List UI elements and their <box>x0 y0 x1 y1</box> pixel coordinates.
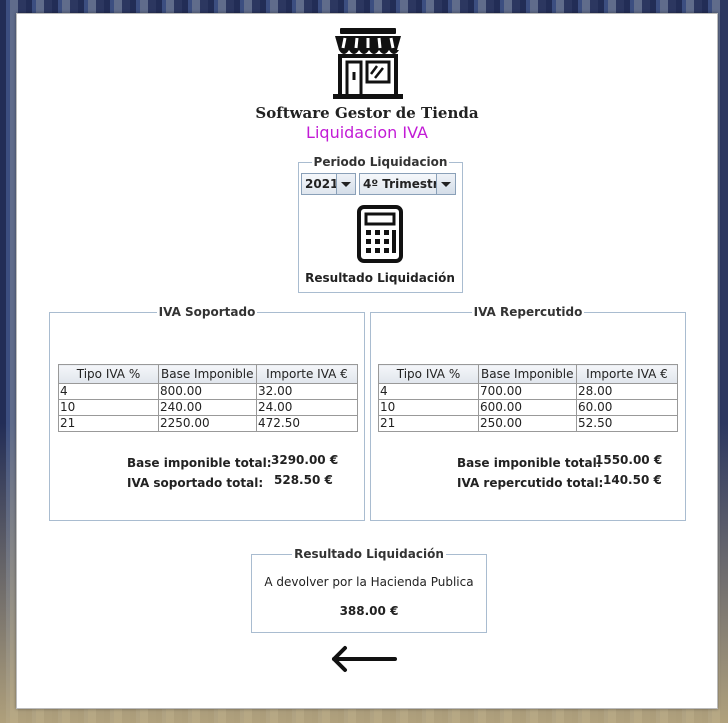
column-header[interactable]: Tipo IVA % <box>378 364 479 384</box>
table-cell: 240.00 <box>158 399 257 416</box>
resultado-button-label: Resultado Liquidación <box>305 271 455 285</box>
resultado-legend: Resultado Liquidación <box>294 547 444 561</box>
quarter-select[interactable]: 4º Trimestre <box>359 173 456 195</box>
table-cell: 24.00 <box>256 399 358 416</box>
table-cell: 32.00 <box>256 383 358 400</box>
table-cell: 21 <box>58 415 159 432</box>
table-row[interactable]: 21 250.00 52.50 <box>378 415 678 432</box>
iva-repercutido-label: IVA repercutido total: <box>457 476 604 490</box>
main-panel: Software Gestor de Tienda Liquidacion IV… <box>16 13 718 709</box>
calculator-icon <box>357 205 403 263</box>
table-row[interactable]: 4 700.00 28.00 <box>378 383 678 400</box>
page-subtitle: Liquidacion IVA <box>306 123 428 142</box>
back-arrow-icon[interactable] <box>329 644 399 674</box>
table-cell: 4 <box>378 383 479 400</box>
year-select[interactable]: 2021 <box>301 173 356 195</box>
table-cell: 250.00 <box>478 415 577 432</box>
column-header[interactable]: Importe IVA € <box>576 364 678 384</box>
column-header[interactable]: Base Imponible € <box>158 364 257 384</box>
table-cell: 4 <box>58 383 159 400</box>
iva-soportado-value: 528.50 € <box>274 473 333 487</box>
table-cell: 800.00 <box>158 383 257 400</box>
table-cell: 472.50 <box>256 415 358 432</box>
resultado-group: Resultado Liquidación <box>251 547 487 633</box>
periodo-legend: Periodo Liquidacion <box>313 155 448 169</box>
table-row[interactable]: 4 800.00 32.00 <box>58 383 358 400</box>
table-cell: 600.00 <box>478 399 577 416</box>
table-row[interactable]: 10 240.00 24.00 <box>58 399 358 416</box>
quarter-value: 4º Trimestre <box>363 177 447 191</box>
resultado-amount: 388.00 € <box>339 604 399 618</box>
year-value: 2021 <box>305 177 339 191</box>
iva-soportado-legend: IVA Soportado <box>158 305 256 319</box>
iva-soportado-label: IVA soportado total: <box>127 476 264 490</box>
table-cell: 700.00 <box>478 383 577 400</box>
table-row[interactable]: 10 600.00 60.00 <box>378 399 678 416</box>
base-imponible-value: 1550.00 € <box>595 453 663 467</box>
base-imponible-label: Base imponible total: <box>457 456 602 470</box>
table-cell: 2250.00 <box>158 415 257 432</box>
app-title: Software Gestor de Tienda <box>255 104 479 122</box>
chevron-down-icon[interactable] <box>436 174 455 194</box>
iva-repercutido-value: 140.50 € <box>603 473 662 487</box>
iva-soportado-table[interactable]: Tipo IVA % Base Imponible € Importe IVA … <box>58 364 358 432</box>
chevron-down-icon[interactable] <box>336 174 355 194</box>
table-row[interactable]: 21 2250.00 472.50 <box>58 415 358 432</box>
resultado-message: A devolver por la Hacienda Publica <box>264 575 474 589</box>
column-header[interactable]: Importe IVA € <box>256 364 358 384</box>
iva-repercutido-legend: IVA Repercutido <box>473 305 583 319</box>
table-cell: 60.00 <box>576 399 678 416</box>
resultado-liquidacion-button[interactable]: Resultado Liquidación <box>300 202 460 288</box>
table-cell: 10 <box>58 399 159 416</box>
table-cell: 21 <box>378 415 479 432</box>
base-imponible-value: 3290.00 € <box>271 453 339 467</box>
column-header[interactable]: Tipo IVA % <box>58 364 159 384</box>
table-cell: 28.00 <box>576 383 678 400</box>
table-cell: 52.50 <box>576 415 678 432</box>
table-cell: 10 <box>378 399 479 416</box>
base-imponible-label: Base imponible total: <box>127 456 272 470</box>
store-icon <box>333 28 403 99</box>
iva-repercutido-table[interactable]: Tipo IVA % Base Imponible € Importe IVA … <box>378 364 678 432</box>
column-header[interactable]: Base Imponible € <box>478 364 577 384</box>
